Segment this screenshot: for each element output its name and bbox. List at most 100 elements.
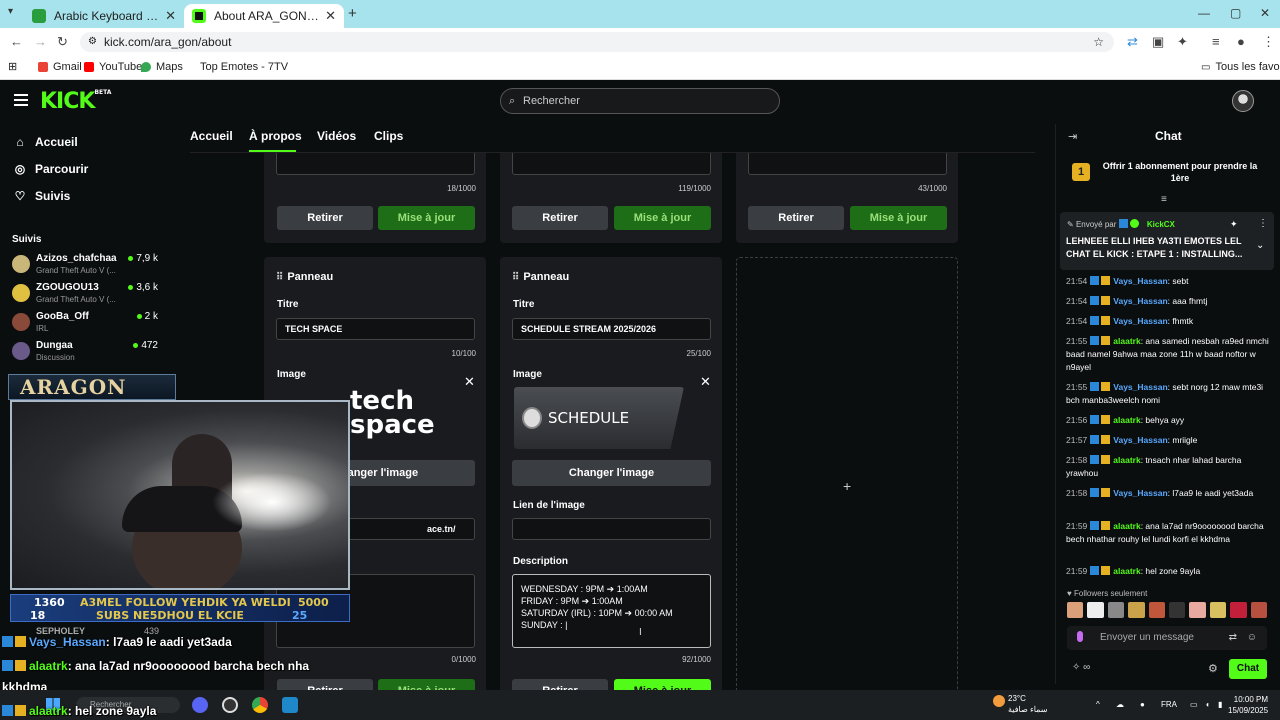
tab-about[interactable]: À propos — [249, 129, 302, 143]
bookmark-star-icon[interactable]: ☆ — [1093, 32, 1104, 52]
message-user[interactable]: Vays_Hassan — [1113, 382, 1167, 392]
emote-icon[interactable] — [1107, 602, 1125, 618]
emote-icon[interactable] — [1189, 602, 1206, 618]
update-panel-button[interactable]: Mise à jour — [614, 206, 711, 230]
emote-icon[interactable] — [1169, 602, 1186, 618]
maximize-window-icon[interactable]: ▢ — [1230, 6, 1241, 20]
followed-channel[interactable]: Azizos_chafchaa Grand Theft Auto V (... … — [12, 253, 162, 281]
all-bookmarks[interactable]: ▭ Tous les favoris — [1201, 61, 1280, 73]
extensions-puzzle-icon[interactable]: ✦ — [1177, 34, 1188, 50]
site-info-icon[interactable]: ⚙ — [88, 32, 97, 52]
browser-tab-lexilo[interactable]: Arabic Keyboard Online • Lexilo ✕ — [24, 4, 184, 28]
message-user[interactable]: alaatrk — [1113, 336, 1140, 346]
bookmark-7tv[interactable]: Top Emotes - 7TV — [200, 61, 288, 73]
tab-close-icon[interactable]: ✕ — [165, 8, 176, 24]
new-tab-button[interactable]: + — [348, 5, 357, 22]
description-textarea[interactable]: WEDNESDAY : 9PM ➔ 1:00AM FRIDAY : 9PM ➔ … — [512, 574, 711, 648]
close-window-icon[interactable]: ✕ — [1260, 6, 1270, 20]
volume-icon[interactable]: ◖ — [1205, 700, 1210, 709]
apps-grid-icon[interactable]: ⊞ — [8, 60, 17, 73]
remove-panel-button[interactable]: Retirer — [277, 206, 373, 230]
message-user[interactable]: Vays_Hassan — [1113, 435, 1167, 445]
tab-home[interactable]: Accueil — [190, 129, 233, 143]
remove-panel-button[interactable]: Retirer — [748, 206, 844, 230]
chrome-icon[interactable] — [252, 697, 268, 713]
app-icon[interactable] — [282, 697, 298, 713]
taskbar-clock[interactable]: 10:00 PM 15/09/2025 — [1228, 694, 1268, 716]
message-user[interactable]: Vays_Hassan — [1113, 296, 1167, 306]
message-user[interactable]: alaatrk — [1113, 415, 1140, 425]
remove-panel-button[interactable]: Retirer — [512, 206, 608, 230]
update-panel-button[interactable]: Mise à jour — [850, 206, 947, 230]
remove-image-icon[interactable]: ✕ — [464, 374, 475, 390]
sidebar-link-following[interactable]: ♡ Suivis — [14, 189, 71, 203]
update-panel-button[interactable]: Mise à jour — [378, 206, 475, 230]
chat-settings-icon[interactable]: ⚙ — [1208, 662, 1218, 675]
chat-message-input[interactable]: Envoyer un message ⇄ ☺ — [1067, 626, 1267, 650]
drag-handle-icon[interactable]: ⠿ — [276, 272, 283, 283]
profile-icon[interactable]: ● — [1237, 34, 1245, 49]
image-link-input[interactable] — [512, 518, 711, 540]
collapse-chat-icon[interactable]: ⇥ — [1068, 130, 1077, 143]
description-input[interactable] — [748, 153, 947, 175]
emote-icon[interactable] — [1230, 602, 1247, 618]
tab-videos[interactable]: Vidéos — [317, 129, 356, 143]
bookmark-maps[interactable]: Maps — [141, 61, 183, 73]
user-avatar[interactable] — [1232, 90, 1254, 112]
message-user[interactable]: alaatrk — [1113, 455, 1140, 465]
address-bar[interactable]: ⚙ kick.com/ara_gon/about ☆ — [80, 32, 1114, 52]
reading-list-icon[interactable]: ≡ — [1212, 34, 1220, 49]
change-image-button[interactable]: Changer l'image — [512, 460, 711, 486]
followed-channel[interactable]: ZGOUGOU13 Grand Theft Auto V (... 3,6 k — [12, 282, 162, 310]
site-search-input[interactable]: ⌕ Rechercher — [500, 88, 780, 114]
unpin-icon[interactable]: ✦ — [1230, 219, 1238, 230]
kick-logo[interactable]: KICKBETA — [40, 89, 111, 114]
pinned-expand-icon[interactable]: ⌄ — [1256, 240, 1264, 251]
tray-chevron-icon[interactable]: ^ — [1096, 700, 1100, 709]
description-input[interactable] — [276, 153, 475, 175]
emote-icon[interactable] — [1087, 602, 1104, 618]
tray-app-icon[interactable]: ● — [1140, 700, 1145, 709]
followed-channel[interactable]: GooBa_Off IRL 2 k — [12, 311, 162, 339]
emote-icon[interactable] — [1148, 602, 1166, 618]
battery-icon[interactable]: ▮ — [1218, 700, 1222, 709]
chat-tools-icon[interactable]: ✧ ∞ — [1072, 662, 1090, 673]
chat-filter-icon[interactable]: ≡ — [1161, 194, 1167, 205]
sidebar-link-browse[interactable]: ◎ Parcourir — [14, 162, 89, 176]
title-input[interactable]: TECH SPACE — [276, 318, 475, 340]
obs-icon[interactable] — [222, 697, 238, 713]
emote-icon[interactable] — [1209, 602, 1227, 618]
reload-icon[interactable]: ↻ — [57, 34, 68, 50]
message-user[interactable]: alaatrk — [1113, 521, 1140, 531]
back-icon[interactable]: ← — [10, 34, 23, 49]
bookmark-gmail[interactable]: Gmail — [38, 61, 82, 73]
emote-icon[interactable] — [1067, 602, 1084, 618]
minimize-window-icon[interactable]: — — [1198, 6, 1210, 20]
description-input[interactable] — [512, 153, 711, 175]
sidebar-link-home[interactable]: ⌂ Accueil — [14, 135, 77, 149]
title-input[interactable]: SCHEDULE STREAM 2025/2026 — [512, 318, 711, 340]
translate-icon[interactable]: ⇄ — [1127, 34, 1138, 50]
weather-widget[interactable]: 23°C سماء صافية — [1008, 693, 1048, 715]
remove-image-icon[interactable]: ✕ — [700, 374, 711, 390]
network-icon[interactable]: ▭ — [1190, 700, 1198, 709]
microphone-icon[interactable] — [1077, 631, 1083, 642]
panel-heading[interactable]: ⠿ Panneau — [512, 271, 569, 283]
tab-close-icon[interactable]: ✕ — [325, 8, 336, 24]
message-user[interactable]: alaatrk — [1113, 566, 1140, 576]
gift-sub-offer[interactable]: Offrir 1 abonnement pour prendre la 1ère — [1100, 160, 1260, 184]
onedrive-icon[interactable]: ☁ — [1116, 700, 1124, 709]
message-user[interactable]: Vays_Hassan — [1113, 488, 1167, 498]
emote-icon[interactable] — [1128, 602, 1145, 618]
followed-channel[interactable]: Dungaa Discussion 472 — [12, 340, 162, 368]
extension-icon[interactable]: ▣ — [1152, 34, 1164, 50]
menu-dots-icon[interactable]: ⋮ — [1262, 34, 1275, 50]
tab-clips[interactable]: Clips — [374, 129, 403, 143]
translate-chat-icon[interactable]: ⇄ — [1229, 626, 1237, 650]
message-user[interactable]: Vays_Hassan — [1113, 316, 1167, 326]
hamburger-menu-icon[interactable] — [14, 94, 28, 106]
language-indicator[interactable]: FRA — [1161, 700, 1177, 709]
drag-handle-icon[interactable]: ⠿ — [512, 272, 519, 283]
send-chat-button[interactable]: Chat — [1229, 659, 1267, 679]
panel-heading[interactable]: ⠿ Panneau — [276, 271, 333, 283]
